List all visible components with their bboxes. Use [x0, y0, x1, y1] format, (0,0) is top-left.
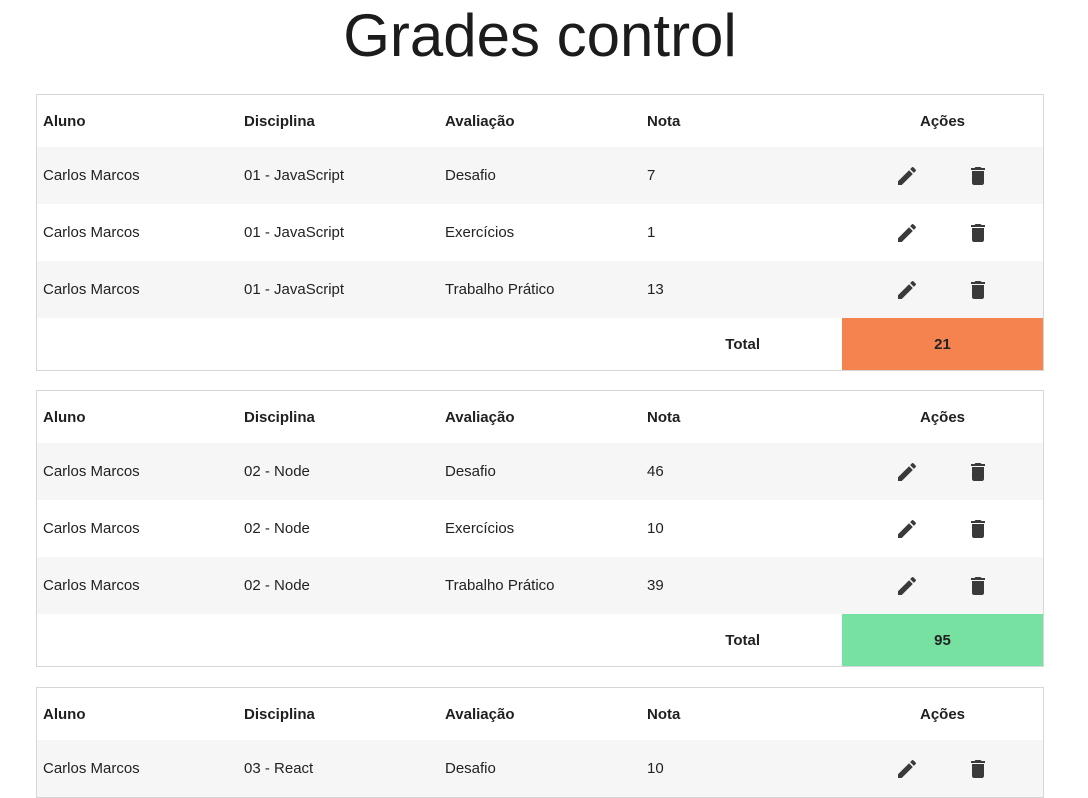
cell-subject: 03 - React [238, 740, 439, 797]
cell-subject: 01 - JavaScript [238, 261, 439, 318]
cell-evaluation: Trabalho Prático [439, 557, 641, 614]
table-row: Carlos Marcos 02 - Node Trabalho Prático 39 [37, 557, 1043, 614]
page-title: Grades control [343, 2, 737, 69]
grades-table: Aluno Disciplina Avaliação Nota Ações Carlos … [36, 94, 1044, 371]
table-row: Carlos Marcos 02 - Node Desafio 46 [37, 443, 1043, 500]
total-label: Total [725, 335, 760, 353]
trash-icon[interactable] [966, 574, 990, 598]
grades-table-grid: Aluno Disciplina Avaliação Nota Ações Carlos … [37, 95, 1043, 370]
cell-student: Carlos Marcos [43, 224, 140, 241]
pencil-icon[interactable] [895, 517, 919, 541]
table-row: Carlos Marcos 03 - React Desafio 10 [37, 740, 1043, 797]
trash-icon[interactable] [966, 278, 990, 302]
grades-table-grid: Aluno Disciplina Avaliação Nota Ações Carlos … [37, 688, 1043, 797]
pencil-icon[interactable] [895, 460, 919, 484]
header-actions: Ações [919, 112, 966, 130]
header-grade: Nota [647, 112, 681, 130]
cell-subject: 02 - Node [244, 520, 310, 537]
cell-grade: 39 [641, 557, 842, 614]
header-subject: Disciplina [244, 408, 315, 426]
cell-student: Carlos Marcos [37, 740, 238, 797]
table-header-row: Aluno Disciplina Avaliação Nota Ações [37, 391, 1043, 443]
table-row: Carlos Marcos 01 - JavaScript Exercícios 1 [37, 204, 1043, 261]
cell-evaluation: Desafio [439, 147, 641, 204]
total-label: Total [725, 631, 760, 649]
grades-table-grid: Aluno Disciplina Avaliação Nota Ações Carlos … [37, 391, 1043, 666]
cell-grade: 46 [641, 443, 842, 500]
cell-subject: 02 - Node [238, 443, 439, 500]
header-student: Aluno [43, 408, 86, 426]
header-student: Aluno [43, 705, 86, 723]
header-actions: Ações [919, 705, 966, 723]
cell-student: Carlos Marcos [37, 443, 238, 500]
table-row: Carlos Marcos 01 - JavaScript Trabalho Prá… [37, 261, 1043, 318]
cell-grade: 7 [641, 147, 842, 204]
header-evaluation: Avaliação [445, 112, 515, 130]
header-grade: Nota [647, 705, 681, 723]
pencil-icon[interactable] [895, 164, 919, 188]
table-header-row: Aluno Disciplina Avaliação Nota Ações [37, 688, 1043, 740]
cell-student: Carlos Marcos [37, 557, 238, 614]
cell-student: Carlos Marcos [43, 520, 140, 537]
pencil-icon[interactable] [895, 278, 919, 302]
trash-icon[interactable] [966, 221, 990, 245]
trash-icon[interactable] [966, 164, 990, 188]
table-row: Carlos Marcos 02 - Node Exercícios 10 [37, 500, 1043, 557]
cell-actions [842, 204, 1043, 261]
cell-evaluation: Trabalho Prático [439, 261, 641, 318]
table-header-row: Aluno Disciplina Avaliação Nota Ações [37, 95, 1043, 147]
trash-icon[interactable] [966, 757, 990, 781]
cell-actions [842, 261, 1043, 318]
cell-grade: 10 [641, 740, 842, 797]
cell-subject: 01 - JavaScript [244, 224, 345, 241]
trash-icon[interactable] [966, 517, 990, 541]
grades-table: Aluno Disciplina Avaliação Nota Ações Carlos … [36, 390, 1044, 667]
header-evaluation: Avaliação [445, 705, 515, 723]
cell-actions [842, 500, 1043, 557]
cell-grade: 1 [647, 224, 656, 241]
cell-evaluation: Desafio [439, 443, 641, 500]
header-actions: Ações [919, 408, 966, 426]
cell-evaluation: Exercícios [445, 224, 515, 241]
cell-evaluation: Desafio [439, 740, 641, 797]
trash-icon[interactable] [966, 460, 990, 484]
cell-grade: 13 [641, 261, 842, 318]
cell-actions [842, 147, 1043, 204]
cell-subject: 02 - Node [238, 557, 439, 614]
header-subject: Disciplina [244, 705, 315, 723]
header-student: Aluno [43, 112, 86, 130]
pencil-icon[interactable] [895, 757, 919, 781]
cell-actions [842, 443, 1043, 500]
pencil-icon[interactable] [895, 574, 919, 598]
cell-student: Carlos Marcos [37, 261, 238, 318]
grades-table: Aluno Disciplina Avaliação Nota Ações Carlos … [36, 687, 1044, 798]
header-grade: Nota [647, 408, 681, 426]
cell-subject: 01 - JavaScript [238, 147, 439, 204]
cell-grade: 10 [647, 520, 664, 537]
total-value: 95 [842, 614, 1043, 666]
header-subject: Disciplina [244, 112, 315, 130]
total-row: Total 95 [37, 614, 1043, 666]
cell-actions [842, 740, 1043, 797]
total-row: Total 21 [37, 318, 1043, 370]
cell-evaluation: Exercícios [445, 520, 515, 537]
cell-actions [842, 557, 1043, 614]
pencil-icon[interactable] [895, 221, 919, 245]
table-row: Carlos Marcos 01 - JavaScript Desafio 7 [37, 147, 1043, 204]
total-value: 21 [842, 318, 1043, 370]
cell-student: Carlos Marcos [37, 147, 238, 204]
header-evaluation: Avaliação [445, 408, 515, 426]
